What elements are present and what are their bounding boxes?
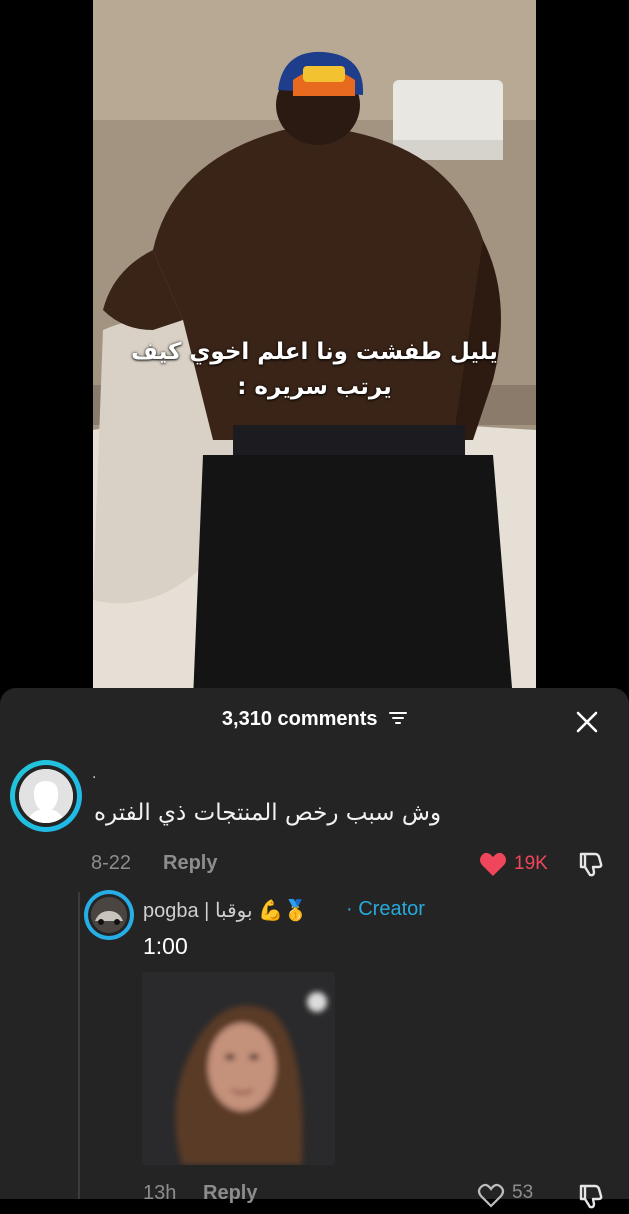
comment-count-row[interactable]: 3,310 comments (0, 708, 629, 731)
comments-header: 3,310 comments (0, 688, 629, 754)
video-caption-line2: يرتب سريره : (237, 374, 392, 400)
video-caption-line1: يليل طفشت ونا اعلم اخوي كيف (131, 339, 498, 365)
car-icon (91, 897, 127, 933)
like-count: 19K (514, 853, 548, 874)
creator-badge: · Creator (346, 898, 425, 920)
reply-dislike-icon[interactable] (576, 1182, 604, 1210)
comment-username[interactable]: · (92, 770, 96, 786)
comment-text: وش سبب رخص المنتجات ذي الفتره (94, 800, 442, 826)
heart-icon[interactable] (479, 851, 507, 877)
comment-date: 8-22 (91, 852, 132, 874)
reply-image[interactable] (142, 972, 335, 1165)
reply-username[interactable]: pogba | بوقبا 💪🥇 (143, 898, 308, 923)
comment-count-label: 3,310 comments (221, 708, 378, 730)
close-icon (576, 711, 598, 733)
reply-like-count: 53 (512, 1182, 534, 1203)
reply-text: 1:00 (143, 933, 188, 959)
comments-sheet: 3,310 comments · وش سبب رخص المنتجات ذي … (0, 688, 629, 1209)
reply-reply-button[interactable]: Reply (203, 1182, 257, 1205)
filter-icon[interactable] (389, 708, 408, 731)
heart-outline-icon[interactable] (477, 1182, 505, 1208)
close-button[interactable] (575, 710, 599, 734)
blurred-photo (142, 972, 335, 1165)
dislike-icon[interactable] (576, 850, 604, 878)
reply-button[interactable]: Reply (163, 852, 217, 875)
video-player[interactable]: يليل طفشت ونا اعلم اخوي كيف يرتب سريره : (93, 0, 536, 700)
reply-date: 13h (143, 1182, 177, 1204)
creator-avatar[interactable] (84, 890, 134, 940)
default-avatar-icon (19, 769, 73, 823)
thread-line (78, 892, 80, 1199)
avatar[interactable] (10, 760, 82, 832)
